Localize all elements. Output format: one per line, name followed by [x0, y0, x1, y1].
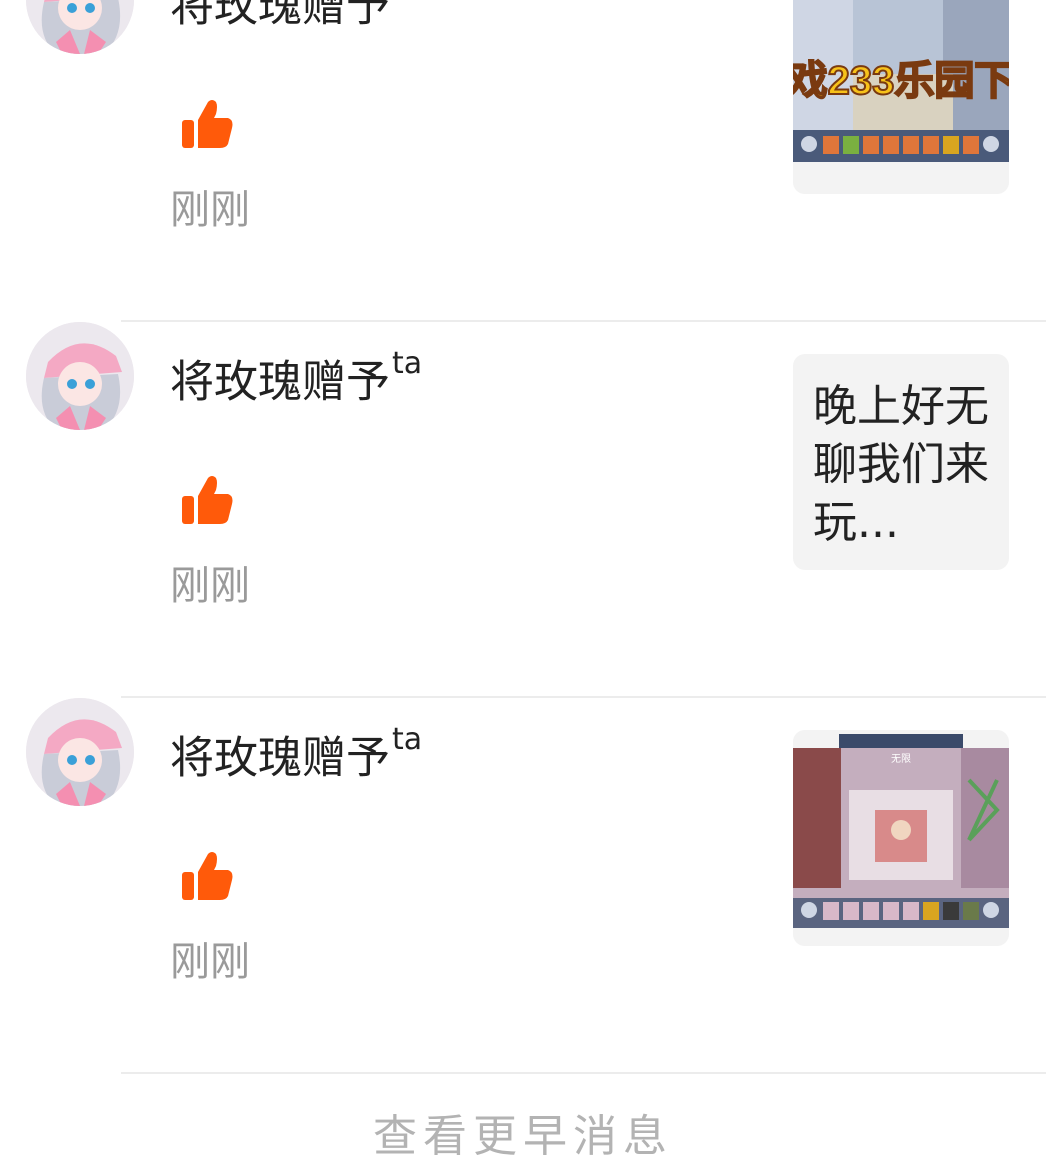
- thumbs-up-icon: [182, 852, 233, 900]
- timestamp: 刚刚: [170, 563, 250, 609]
- svg-text:戏233乐园下: 戏233乐园下: [793, 59, 1009, 103]
- avatar[interactable]: [26, 698, 134, 806]
- svg-text:无限: 无限: [891, 753, 911, 765]
- timestamp: 刚刚: [170, 939, 250, 985]
- notification-item[interactable]: 将玫瑰赠予ta 刚刚 晚上好无聊我们来玩...: [0, 322, 1046, 698]
- avatar[interactable]: [26, 0, 134, 54]
- timestamp: 刚刚: [170, 187, 250, 233]
- post-thumbnail[interactable]: 戏233乐园下: [793, 0, 1009, 194]
- username[interactable]: 将玫瑰赠予ta: [170, 0, 422, 35]
- thumbs-up-icon: [182, 476, 233, 524]
- post-text-preview[interactable]: 晚上好无聊我们来玩...: [793, 354, 1009, 570]
- divider: [121, 1072, 1046, 1074]
- avatar[interactable]: [26, 322, 134, 430]
- notification-item[interactable]: 将玫瑰赠予ta 刚刚 戏233乐园下: [0, 0, 1046, 322]
- load-more-link[interactable]: 查看更早消息: [0, 1100, 1046, 1164]
- notification-item[interactable]: 将玫瑰赠予ta 刚刚 无限: [0, 698, 1046, 1074]
- post-thumbnail[interactable]: 无限: [793, 730, 1009, 946]
- thumbs-up-icon: [182, 100, 233, 148]
- username[interactable]: 将玫瑰赠予ta: [170, 720, 422, 787]
- username[interactable]: 将玫瑰赠予ta: [170, 344, 422, 411]
